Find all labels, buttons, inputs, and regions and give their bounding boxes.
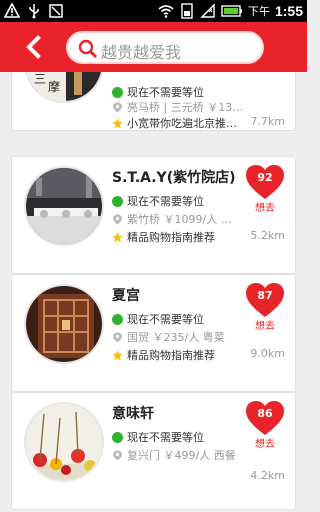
search-input[interactable]: 越贵越爱我 bbox=[66, 31, 264, 64]
status-bar: 下午 1:55 bbox=[0, 0, 307, 22]
recommend-tag: 精品购物指南推荐 bbox=[112, 229, 215, 245]
wait-status: 现在不需要等位 bbox=[112, 84, 204, 100]
want-go-label[interactable]: 想去 bbox=[245, 317, 285, 332]
restaurant-card[interactable]: 三摩 现在不需要等位 亮马桥 | 三元桥 ￥13… 小宽带你吃遍北京推… 7.7… bbox=[11, 72, 296, 131]
distance: 5.2km bbox=[250, 229, 285, 242]
time-ampm: 下午 bbox=[247, 5, 270, 18]
restaurant-name: S.T.A.Y(紫竹院店) bbox=[112, 170, 236, 186]
score-badge: 87 bbox=[257, 289, 273, 302]
usb-icon bbox=[29, 4, 39, 19]
status-dot-icon bbox=[112, 431, 123, 443]
signal-icon bbox=[200, 3, 215, 18]
restaurant-list: 三摩 现在不需要等位 亮马桥 | 三元桥 ￥13… 小宽带你吃遍北京推… 7.7… bbox=[0, 72, 307, 512]
sim-icon bbox=[181, 3, 193, 19]
svg-text:三: 三 bbox=[34, 72, 46, 86]
location-price: 亮马桥 | 三元桥 ￥13… bbox=[112, 99, 243, 115]
header-bar: 越贵越爱我 bbox=[0, 22, 307, 72]
restaurant-name: 意味轩 bbox=[112, 406, 154, 422]
warning-icon bbox=[4, 3, 20, 18]
no-sim-icon bbox=[49, 4, 63, 18]
status-dot-icon bbox=[112, 313, 123, 325]
restaurant-photo bbox=[24, 166, 104, 246]
star-icon bbox=[112, 349, 123, 360]
search-query: 越贵越爱我 bbox=[101, 43, 182, 62]
restaurant-name: 夏宫 bbox=[112, 288, 140, 304]
restaurant-card[interactable]: 意味轩 现在不需要等位 复兴门 ￥499/人 西餐 4.2km 86 想去 bbox=[11, 392, 296, 510]
distance: 7.7km bbox=[250, 115, 285, 128]
score-badge: 86 bbox=[257, 407, 273, 420]
distance: 9.0km bbox=[250, 347, 285, 360]
location-pin-icon bbox=[113, 102, 122, 112]
wait-status: 现在不需要等位 bbox=[112, 193, 204, 209]
battery-icon bbox=[221, 5, 242, 17]
recommend-tag: 精品购物指南推荐 bbox=[112, 347, 215, 363]
location-price: 复兴门 ￥499/人 西餐 bbox=[112, 447, 236, 463]
recommend-tag: 小宽带你吃遍北京推… bbox=[112, 115, 237, 131]
location-pin-icon bbox=[113, 332, 122, 342]
location-pin-icon bbox=[113, 450, 122, 460]
restaurant-photo bbox=[24, 284, 104, 364]
star-icon bbox=[112, 231, 123, 242]
svg-text:摩: 摩 bbox=[48, 79, 60, 94]
restaurant-card[interactable]: S.T.A.Y(紫竹院店) 现在不需要等位 紫竹桥 ￥1099/人 … 精品购物… bbox=[11, 156, 296, 274]
location-pin-icon bbox=[113, 214, 122, 224]
search-icon bbox=[78, 39, 98, 59]
back-arrow-icon[interactable] bbox=[22, 35, 46, 59]
restaurant-card[interactable]: 夏宫 现在不需要等位 国贸 ￥235/人 粤菜 精品购物指南推荐 9.0km 8… bbox=[11, 274, 296, 392]
distance: 4.2km bbox=[250, 469, 285, 482]
wifi-icon bbox=[158, 5, 174, 18]
wait-status: 现在不需要等位 bbox=[112, 311, 204, 327]
score-badge: 92 bbox=[257, 171, 273, 184]
restaurant-photo bbox=[24, 402, 104, 482]
location-price: 国贸 ￥235/人 粤菜 bbox=[112, 329, 225, 345]
restaurant-photo: 三摩 bbox=[24, 72, 104, 103]
status-dot-icon bbox=[112, 195, 123, 207]
wait-status: 现在不需要等位 bbox=[112, 429, 204, 445]
clock: 1:55 bbox=[274, 3, 303, 19]
want-go-label[interactable]: 想去 bbox=[245, 435, 285, 450]
want-go-label[interactable]: 想去 bbox=[245, 199, 285, 214]
status-dot-icon bbox=[112, 86, 123, 98]
star-icon bbox=[112, 117, 123, 128]
location-price: 紫竹桥 ￥1099/人 … bbox=[112, 211, 232, 227]
